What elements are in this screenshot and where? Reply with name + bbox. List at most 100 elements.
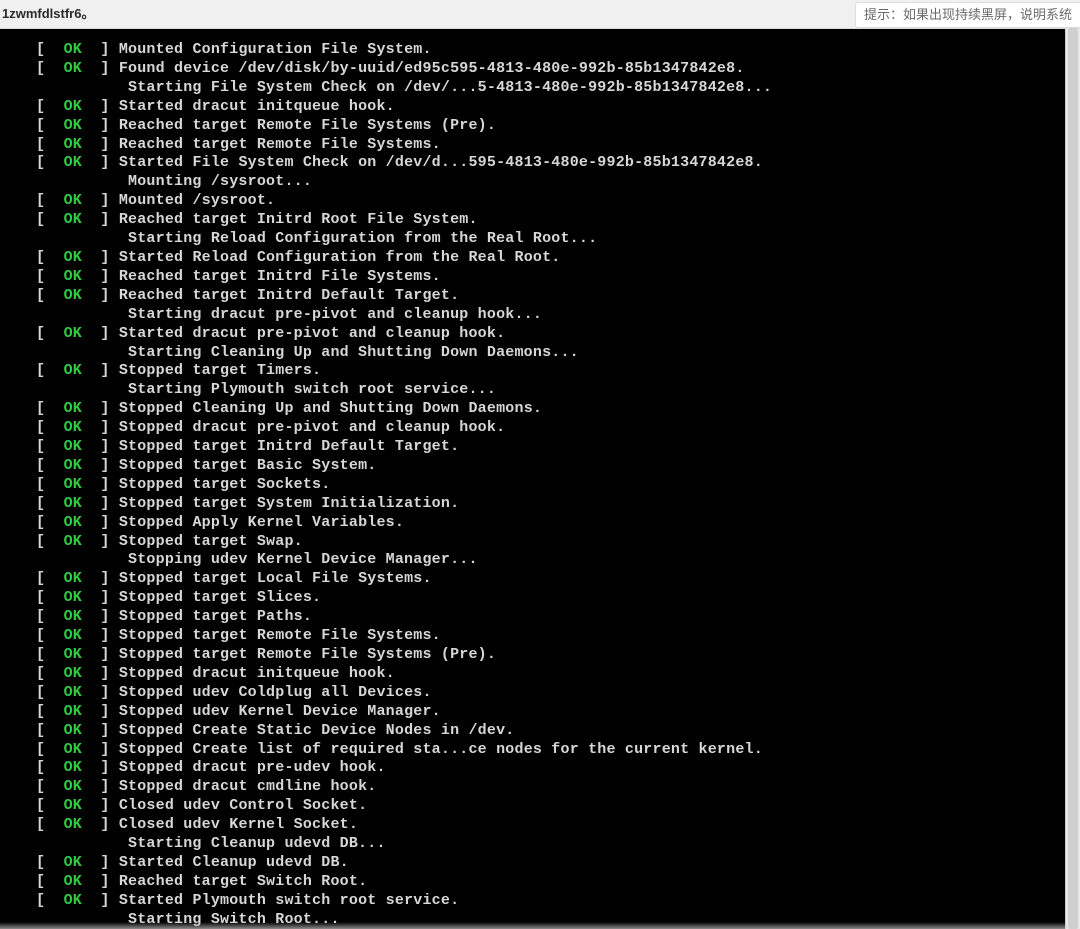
log-message: Stopped dracut pre-pivot and cleanup hoo… [119,419,505,436]
log-line: Starting Plymouth switch root service... [36,381,1080,400]
status-ok: OK [64,457,82,474]
hostname-label: 1zwmfdlstfr6。 [0,0,94,28]
log-line: [ OK ] Stopped udev Kernel Device Manage… [36,703,1080,722]
log-line: [ OK ] Stopped target Remote File System… [36,646,1080,665]
log-line: [ OK ] Stopped udev Coldplug all Devices… [36,684,1080,703]
log-line: [ OK ] Closed udev Kernel Socket. [36,816,1080,835]
status-ok: OK [64,117,82,134]
log-line: [ OK ] Stopped target Timers. [36,362,1080,381]
log-message: Found device /dev/disk/by-uuid/ed95c595-… [119,60,745,77]
log-line: Mounting /sysroot... [36,173,1080,192]
log-message: Stopped target Sockets. [119,476,331,493]
log-message: Stopped target Local File Systems. [119,570,432,587]
log-message: Started Plymouth switch root service. [119,892,459,909]
log-message: Stopped dracut initqueue hook. [119,665,395,682]
log-message: Stopped target Initrd Default Target. [119,438,459,455]
log-message: Stopped target Paths. [119,608,312,625]
status-ok: OK [64,400,82,417]
status-ok: OK [64,589,82,606]
status-ok: OK [64,514,82,531]
log-message: Stopped target Basic System. [119,457,377,474]
log-line: [ OK ] Stopped target Local File Systems… [36,570,1080,589]
log-line: Starting dracut pre-pivot and cleanup ho… [36,306,1080,325]
status-ok: OK [64,41,82,58]
log-line: [ OK ] Stopped Cleaning Up and Shutting … [36,400,1080,419]
log-line: [ OK ] Started Cleanup udevd DB. [36,854,1080,873]
log-message: Starting Plymouth switch root service... [128,381,496,398]
log-message: Starting Cleaning Up and Shutting Down D… [128,344,579,361]
log-line: Stopping udev Kernel Device Manager... [36,551,1080,570]
log-line: [ OK ] Reached target Remote File System… [36,136,1080,155]
log-message: Stopped dracut cmdline hook. [119,778,377,795]
vertical-scrollbar[interactable] [1065,28,1080,929]
log-message: Stopped target System Initialization. [119,495,459,512]
log-line: [ OK ] Reached target Initrd Default Tar… [36,287,1080,306]
status-ok: OK [64,325,82,342]
log-message: Starting Cleanup udevd DB... [128,835,386,852]
log-line: [ OK ] Started Plymouth switch root serv… [36,892,1080,911]
log-message: Started Reload Configuration from the Re… [119,249,561,266]
status-ok: OK [64,684,82,701]
status-ok: OK [64,192,82,209]
scrollbar-thumb[interactable] [1068,28,1078,929]
log-line: [ OK ] Stopped target Remote File System… [36,627,1080,646]
log-message: Reached target Initrd Root File System. [119,211,478,228]
log-message: Stopped Apply Kernel Variables. [119,514,404,531]
status-ok: OK [64,741,82,758]
log-line: [ OK ] Stopped Create list of required s… [36,741,1080,760]
log-message: Stopped target Timers. [119,362,321,379]
log-message: Stopped Create Static Device Nodes in /d… [119,722,515,739]
status-ok: OK [64,778,82,795]
log-message: Stopped target Remote File Systems (Pre)… [119,646,496,663]
status-ok: OK [64,136,82,153]
log-line: [ OK ] Reached target Initrd File System… [36,268,1080,287]
log-line: [ OK ] Stopped target Paths. [36,608,1080,627]
log-line: [ OK ] Stopped dracut pre-pivot and clea… [36,419,1080,438]
status-ok: OK [64,495,82,512]
log-message: Started dracut pre-pivot and cleanup hoo… [119,325,505,342]
log-line: [ OK ] Stopped Apply Kernel Variables. [36,514,1080,533]
log-message: Started File System Check on /dev/d...59… [119,154,763,171]
log-line: Starting Switch Root... [36,911,1080,929]
status-ok: OK [64,60,82,77]
log-line: [ OK ] Started dracut initqueue hook. [36,98,1080,117]
log-message: Closed udev Control Socket. [119,797,367,814]
status-ok: OK [64,892,82,909]
status-ok: OK [64,759,82,776]
log-line: [ OK ] Started File System Check on /dev… [36,154,1080,173]
hint-box: 提示：如果出现持续黑屏，说明系统 [855,2,1080,28]
boot-log: [ OK ] Mounted Configuration File System… [0,29,1080,929]
status-ok: OK [64,646,82,663]
log-line: [ OK ] Found device /dev/disk/by-uuid/ed… [36,60,1080,79]
status-ok: OK [64,854,82,871]
status-ok: OK [64,362,82,379]
status-ok: OK [64,703,82,720]
status-ok: OK [64,287,82,304]
log-line: [ OK ] Stopped target Sockets. [36,476,1080,495]
status-ok: OK [64,154,82,171]
log-message: Stopped udev Coldplug all Devices. [119,684,432,701]
status-ok: OK [64,627,82,644]
status-ok: OK [64,476,82,493]
log-line: Starting Cleaning Up and Shutting Down D… [36,344,1080,363]
top-bar: 1zwmfdlstfr6。 提示：如果出现持续黑屏，说明系统 [0,0,1080,29]
console-viewport: [ OK ] Mounted Configuration File System… [0,29,1080,929]
log-message: Stopped Create list of required sta...ce… [119,741,763,758]
log-message: Mounting /sysroot... [128,173,312,190]
status-ok: OK [64,211,82,228]
status-ok: OK [64,438,82,455]
log-message: Stopped target Swap. [119,533,303,550]
log-line: [ OK ] Stopped target Initrd Default Tar… [36,438,1080,457]
status-ok: OK [64,797,82,814]
log-line: [ OK ] Started Reload Configuration from… [36,249,1080,268]
log-line: [ OK ] Reached target Remote File System… [36,117,1080,136]
status-ok: OK [64,249,82,266]
log-message: Mounted Configuration File System. [119,41,432,58]
log-line: [ OK ] Stopped target Basic System. [36,457,1080,476]
log-message: Reached target Switch Root. [119,873,367,890]
log-line: Starting Cleanup udevd DB... [36,835,1080,854]
status-ok: OK [64,98,82,115]
log-message: Mounted /sysroot. [119,192,275,209]
log-line: [ OK ] Stopped target Swap. [36,533,1080,552]
log-message: Closed udev Kernel Socket. [119,816,358,833]
